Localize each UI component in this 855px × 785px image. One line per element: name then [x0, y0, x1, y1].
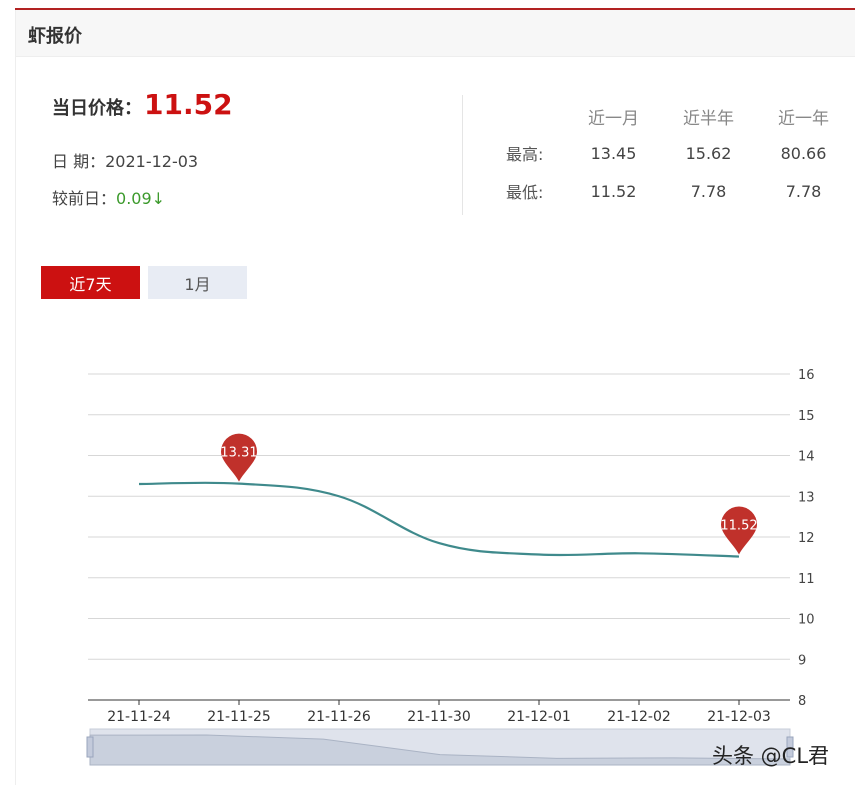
price-pin-label: 13.31: [220, 446, 257, 461]
x-tick-label: 21-12-02: [607, 709, 671, 725]
x-tick-label: 21-11-24: [107, 709, 171, 725]
y-tick-label: 16: [798, 368, 815, 383]
y-tick-label: 8: [798, 694, 806, 709]
x-tick-label: 21-11-26: [307, 709, 371, 725]
x-tick-label: 21-12-03: [707, 709, 771, 725]
x-tick-label: 21-11-25: [207, 709, 271, 725]
y-tick-label: 15: [798, 409, 815, 424]
series-line: [138, 481, 740, 558]
price-pin-label: 11.52: [720, 519, 757, 534]
price-line-chart: 8 9 10 11 12 13 14 15 16 13.31 11.52 21-11-24 21-1…: [86, 368, 815, 766]
y-tick-label: 14: [798, 450, 815, 465]
x-tick-label: 21-11-30: [407, 709, 471, 725]
y-tick-label: 9: [798, 653, 806, 668]
y-tick-label: 12: [798, 531, 815, 546]
zoom-left-handle[interactable]: [86, 736, 94, 758]
watermark-text: 头条 @CL君: [712, 744, 830, 768]
x-tick-label: 21-12-01: [507, 709, 571, 725]
y-tick-label: 11: [798, 572, 815, 587]
y-tick-label: 13: [798, 490, 815, 505]
y-tick-label: 10: [798, 613, 815, 628]
